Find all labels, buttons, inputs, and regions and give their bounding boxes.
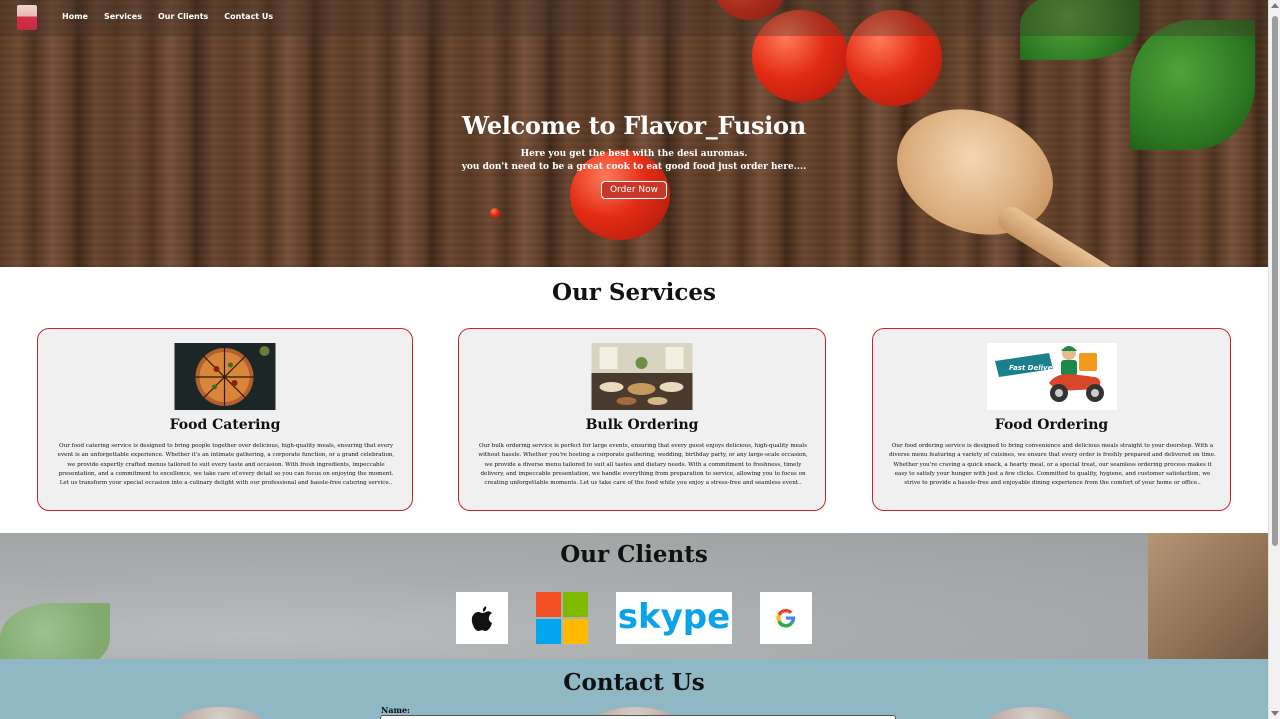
service-card-bulk-ordering[interactable]: Bulk Ordering Our bulk ordering service …	[458, 328, 826, 511]
apple-logo[interactable]	[456, 592, 508, 644]
nav-link-home[interactable]: Home	[62, 12, 88, 21]
order-now-button[interactable]: Order Now	[600, 181, 668, 199]
site-logo[interactable]	[17, 5, 37, 30]
clients-section: Our Clients skype	[0, 533, 1268, 659]
hero-subtitle: Here you get the best with the desi auro…	[0, 148, 1268, 174]
herb-decoration	[0, 603, 110, 659]
nav-link-our-clients[interactable]: Our Clients	[158, 12, 208, 21]
google-icon	[776, 608, 796, 628]
delivery-image: Fast Delivery	[986, 343, 1117, 410]
name-label: Name:	[381, 705, 411, 715]
skype-wordmark: skype	[618, 597, 730, 637]
skype-icon: skype	[618, 597, 730, 637]
microsoft-logo[interactable]	[536, 592, 588, 644]
card-description: Our food ordering service is designed to…	[889, 443, 1216, 487]
services-title: Our Services	[552, 279, 716, 306]
service-card-food-catering[interactable]: Food Catering Our food catering service …	[37, 328, 413, 511]
bowl-decoration	[985, 707, 1075, 719]
clients-title: Our Clients	[560, 541, 708, 568]
hero-content: Welcome to Flavor_Fusion Here you get th…	[0, 111, 1268, 199]
card-description: Our bulk ordering service is perfect for…	[478, 443, 808, 487]
hero-line-2: you don't need to be a great cook to eat…	[461, 162, 807, 172]
delivery-scooter-illustration: Fast Delivery	[986, 343, 1117, 410]
nav-link-services[interactable]: Services	[104, 12, 142, 21]
nav-links: Home Services Our Clients Contact Us	[62, 12, 289, 21]
buffet-illustration	[591, 343, 693, 410]
pizza-illustration	[174, 343, 276, 410]
scroll-down-arrow-icon[interactable]	[1271, 711, 1279, 716]
fast-delivery-badge: Fast Delivery	[1009, 364, 1061, 372]
microsoft-icon	[536, 592, 588, 644]
hero-line-1: Here you get the best with the desi auro…	[520, 149, 748, 159]
page-scrollbar[interactable]	[1268, 0, 1280, 719]
tomato-decoration	[490, 208, 500, 218]
nav-link-contact-us[interactable]: Contact Us	[224, 12, 273, 21]
bowl-decoration	[175, 707, 265, 719]
navbar: Home Services Our Clients Contact Us	[0, 0, 1268, 36]
pizza-image	[174, 343, 276, 410]
hero-title: Welcome to Flavor_Fusion	[462, 111, 806, 140]
skype-logo[interactable]: skype	[616, 592, 732, 644]
apple-icon	[471, 606, 492, 631]
scrollbar-thumb[interactable]	[1272, 16, 1278, 546]
contact-title: Contact Us	[563, 669, 705, 696]
scroll-up-arrow-icon[interactable]	[1271, 3, 1279, 8]
service-card-food-ordering[interactable]: Fast Delivery Food Ordering Our food ord…	[872, 328, 1231, 511]
buffet-image	[591, 343, 693, 410]
services-section: Our Services Food Catering Our food cate…	[0, 267, 1268, 533]
card-title: Food Ordering	[994, 417, 1109, 433]
card-description: Our food catering service is designed to…	[57, 443, 395, 487]
contact-section: Contact Us Name:	[0, 659, 1268, 719]
google-logo[interactable]	[760, 592, 812, 644]
name-input[interactable]	[380, 715, 896, 719]
card-title: Food Catering	[169, 417, 281, 433]
hero-section: Home Services Our Clients Contact Us Wel…	[0, 0, 1268, 267]
card-title: Bulk Ordering	[585, 417, 699, 433]
